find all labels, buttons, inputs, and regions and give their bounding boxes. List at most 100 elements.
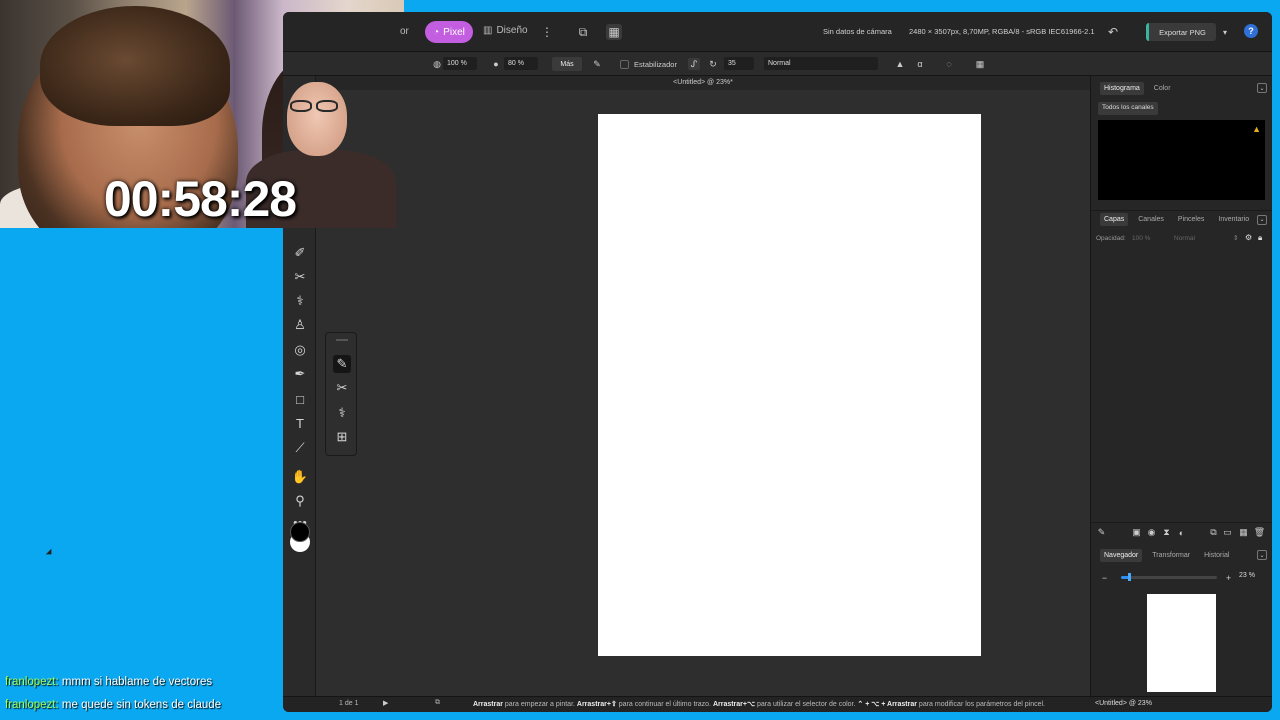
warning-icon: ▲ bbox=[1252, 124, 1261, 134]
zoom-slider-handle[interactable] bbox=[1127, 573, 1131, 581]
persona-design-label: Diseño bbox=[496, 25, 528, 36]
stabilizer-label: Estabilizador bbox=[634, 60, 677, 69]
flyout-grip[interactable] bbox=[336, 339, 348, 341]
opacity-label: Opacidad: bbox=[1096, 235, 1126, 242]
hint-key: Arrastrar+⌥ bbox=[712, 701, 756, 708]
stabilizer-value-field[interactable]: 35 bbox=[724, 57, 754, 70]
tab-channels[interactable]: Canales bbox=[1134, 213, 1168, 226]
pixel-brush-icon[interactable]: ✂ bbox=[333, 379, 351, 397]
zoom-icon[interactable]: ⚲ bbox=[291, 492, 309, 510]
pages-icon[interactable]: ⧉ bbox=[435, 699, 440, 707]
mouse-cursor-icon bbox=[45, 548, 55, 558]
arrange-icon[interactable]: ⧉ bbox=[575, 24, 591, 40]
alpha-lock-icon[interactable]: α bbox=[914, 58, 926, 70]
tab-color[interactable]: Color bbox=[1150, 82, 1175, 95]
window-mode-icon[interactable]: ↻ bbox=[707, 58, 719, 70]
hand-icon[interactable]: ✋ bbox=[291, 468, 309, 486]
mask-icon[interactable]: ▣ bbox=[1131, 527, 1142, 538]
primary-color-swatch[interactable] bbox=[290, 522, 310, 542]
document-page[interactable] bbox=[598, 114, 981, 656]
status-document-title: <Untitled> @ 23% bbox=[1095, 700, 1152, 707]
eyedropper-icon[interactable]: ⟋ bbox=[291, 439, 309, 457]
channel-select[interactable]: Todos los canales bbox=[1098, 102, 1158, 115]
pixel-persona-icon: ◔ bbox=[433, 26, 440, 38]
tab-brushes[interactable]: Pinceles bbox=[1174, 213, 1208, 226]
hint-key: Arrastrar bbox=[473, 701, 503, 708]
lock-icon[interactable]: 🔒︎ bbox=[1258, 233, 1262, 243]
export-dropdown-icon[interactable]: ▾ bbox=[1217, 24, 1233, 40]
blend-mode-select[interactable]: Normal bbox=[764, 57, 878, 70]
adjustment-icon[interactable]: ⧗ bbox=[1161, 527, 1172, 538]
chevron-down-icon[interactable]: ⌄ bbox=[1257, 550, 1267, 560]
trash-icon[interactable]: 🗑︎ bbox=[1254, 527, 1265, 538]
wet-edges-icon[interactable]: ▲ bbox=[894, 58, 906, 70]
persona-pixel-button[interactable]: ◔ Pixel bbox=[425, 21, 473, 43]
contrast-icon[interactable]: ◐ bbox=[1176, 527, 1187, 538]
folder-icon[interactable]: ▭ bbox=[1222, 527, 1233, 538]
brush-tool-flyout: ✎ ✂ ⚕ ⊞ bbox=[325, 332, 357, 456]
stabilizer-checkbox[interactable] bbox=[620, 60, 629, 69]
tab-assets[interactable]: Inventario bbox=[1214, 213, 1253, 226]
navigator-thumbnail[interactable] bbox=[1147, 594, 1216, 692]
zoom-in-icon[interactable]: + bbox=[1223, 572, 1234, 583]
play-icon[interactable]: ▶ bbox=[383, 699, 388, 707]
undo-icon[interactable]: ↶ bbox=[1105, 24, 1121, 40]
eraser-icon[interactable]: ✐ bbox=[291, 244, 309, 262]
chat-text: me quede sin tokens de claude bbox=[61, 699, 222, 711]
zoom-slider[interactable] bbox=[1121, 573, 1217, 581]
text-icon[interactable]: T bbox=[291, 414, 309, 432]
fx-icon[interactable]: ◉ bbox=[1146, 527, 1157, 538]
layer-opacity-value[interactable]: 100 % bbox=[1132, 235, 1150, 242]
pen-icon[interactable]: ✒ bbox=[291, 365, 309, 383]
canvas-area[interactable] bbox=[316, 90, 1090, 696]
flow-field[interactable]: 80 % bbox=[504, 57, 538, 70]
smudge-icon[interactable]: ✂ bbox=[291, 268, 309, 286]
edit-layer-icon[interactable]: ✎ bbox=[1096, 527, 1107, 538]
more-button[interactable]: Más bbox=[552, 57, 582, 71]
export-png-button[interactable]: Exportar PNG bbox=[1146, 23, 1216, 41]
histogram-display: ▲ bbox=[1098, 120, 1265, 200]
help-button[interactable]: ? bbox=[1244, 24, 1258, 38]
tab-transform[interactable]: Transformar bbox=[1148, 549, 1194, 562]
pixel-layer-icon[interactable]: ▦ bbox=[1238, 527, 1249, 538]
layer-opacity-row: Opacidad: 100 % Normal ⇕ ⚙ 🔒︎ bbox=[1091, 232, 1272, 246]
persona-design-button[interactable]: ▥ Diseño bbox=[483, 25, 528, 36]
tab-histogram[interactable]: Histograma bbox=[1100, 81, 1144, 95]
zoom-out-icon[interactable]: − bbox=[1099, 572, 1110, 583]
rectangle-icon[interactable]: □ bbox=[291, 390, 309, 408]
status-hint: Arrastrar para empezar a pintar. Arrastr… bbox=[473, 700, 1045, 708]
hint-text: para empezar a pintar. bbox=[502, 701, 577, 708]
mesh-warp-icon[interactable]: ⊞ bbox=[333, 428, 351, 446]
grid-snap-icon[interactable]: ▦ bbox=[606, 24, 622, 40]
tab-navigator[interactable]: Navegador bbox=[1100, 548, 1143, 562]
brush-settings-icon[interactable]: ✎ bbox=[591, 58, 603, 70]
status-bar: 1 de 1 ▶ ⧉ Arrastrar para empezar a pint… bbox=[283, 696, 1272, 712]
page-indicator: 1 de 1 bbox=[339, 700, 359, 707]
chevron-down-icon[interactable]: ⌄ bbox=[1257, 214, 1267, 225]
persona-tab-partial[interactable]: or bbox=[400, 26, 409, 37]
layers-action-bar: ✎ ▣ ◉ ⧗ ◐ ⧉ ▭ ▦ 🗑︎ bbox=[1091, 522, 1272, 542]
rope-mode-icon[interactable]: ᔑ bbox=[688, 58, 700, 70]
group-icon[interactable]: ⧉ bbox=[1208, 527, 1219, 538]
grid-icon[interactable]: ▦ bbox=[974, 58, 986, 70]
document-info: 2480 × 3507px, 8,70MP, RGBA/8 - sRGB IEC… bbox=[909, 27, 1095, 36]
healing-icon[interactable]: ⚕ bbox=[291, 292, 309, 310]
design-persona-icon: ▥ bbox=[483, 25, 493, 36]
layer-blend-mode[interactable]: Normal bbox=[1174, 235, 1195, 242]
chat-text: mmm si hablame de vectores bbox=[61, 676, 213, 688]
selection-brush-icon[interactable]: ◎ bbox=[291, 341, 309, 359]
paint-brush-icon[interactable]: ✎ bbox=[333, 355, 351, 373]
stamp-icon[interactable]: ♙ bbox=[291, 316, 309, 334]
rotate-icon[interactable]: ◌ bbox=[943, 58, 955, 70]
more-options-icon[interactable]: ⋮ bbox=[539, 24, 555, 40]
photo-editor-window: or ◔ Pixel ▥ Diseño ⋮ ⧉ ▦ Sin datos de c… bbox=[283, 12, 1272, 712]
tab-history[interactable]: Historial bbox=[1200, 549, 1233, 562]
chevron-down-icon[interactable]: ⌄ bbox=[1257, 83, 1267, 93]
tab-layers[interactable]: Capas bbox=[1100, 213, 1129, 226]
opacity-field[interactable]: 100 % bbox=[443, 57, 477, 70]
blend-arrows-icon[interactable]: ⇕ bbox=[1233, 234, 1238, 242]
color-replace-brush-icon[interactable]: ⚕ bbox=[333, 404, 351, 422]
right-panels: Histograma Color ⌄ Todos los canales ▲ C… bbox=[1090, 76, 1272, 696]
gear-icon[interactable]: ⚙ bbox=[1245, 233, 1252, 242]
zoom-value[interactable]: 23 % bbox=[1239, 572, 1255, 579]
